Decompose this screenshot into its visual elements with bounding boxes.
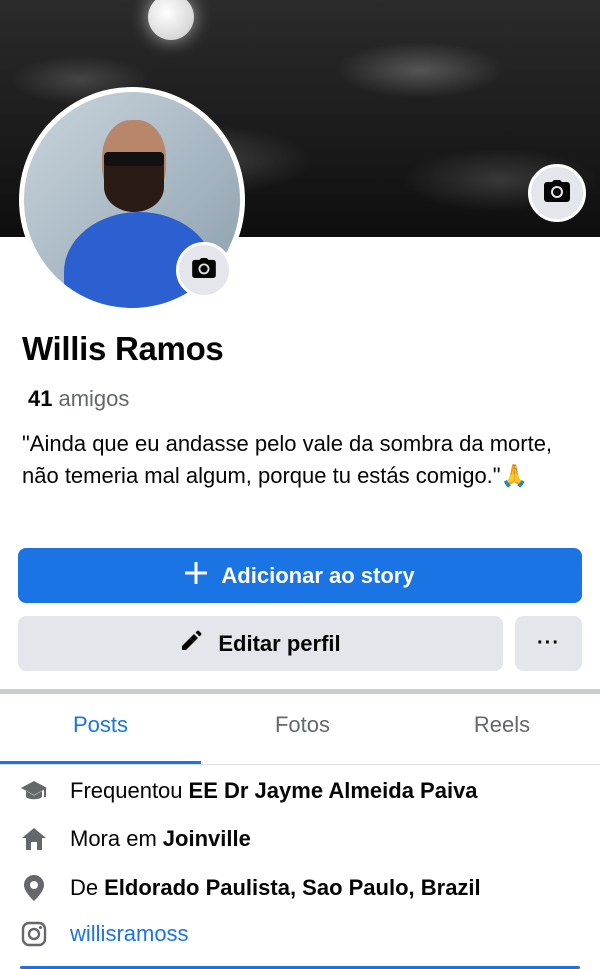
edit-cover-button[interactable] bbox=[528, 164, 586, 222]
tab-reels[interactable]: Reels bbox=[404, 712, 600, 738]
plus-icon bbox=[185, 561, 208, 590]
education-value: EE Dr Jayme Almeida Paiva bbox=[188, 778, 478, 803]
camera-icon bbox=[544, 179, 570, 207]
section-divider bbox=[0, 689, 600, 694]
tab-posts[interactable]: Posts bbox=[0, 712, 201, 738]
profile-bio: "Ainda que eu andasse pelo vale da sombr… bbox=[22, 431, 553, 488]
lives-value: Joinville bbox=[162, 826, 251, 851]
lives-prefix: Mora em bbox=[70, 826, 157, 851]
instagram-row[interactable]: willisramoss bbox=[20, 914, 189, 954]
lives-in-row[interactable]: Mora em Joinville bbox=[20, 819, 251, 859]
avatar-sunglasses bbox=[104, 152, 164, 166]
add-story-label: Adicionar ao story bbox=[221, 562, 415, 588]
instagram-link[interactable]: willisramoss bbox=[70, 921, 189, 947]
instagram-icon bbox=[20, 920, 48, 948]
from-value: Eldorado Paulista, Sao Paulo, Brazil bbox=[104, 875, 481, 900]
education-row[interactable]: Frequentou EE Dr Jayme Almeida Paiva bbox=[20, 771, 478, 811]
add-story-button[interactable]: Adicionar ao story bbox=[18, 548, 582, 603]
friends-number: 41 bbox=[28, 386, 53, 411]
profile-name: Willis Ramos bbox=[22, 330, 224, 367]
from-prefix: De bbox=[70, 875, 99, 900]
more-icon: ··· bbox=[537, 632, 560, 654]
friends-label: amigos bbox=[58, 386, 130, 411]
home-icon bbox=[20, 825, 48, 853]
avatar-beard bbox=[104, 162, 164, 212]
edit-avatar-button[interactable] bbox=[176, 242, 232, 298]
moon-image bbox=[148, 0, 194, 40]
hometown-row[interactable]: De Eldorado Paulista, Sao Paulo, Brazil bbox=[20, 868, 481, 908]
more-options-button[interactable]: ··· bbox=[515, 616, 582, 671]
location-pin-icon bbox=[20, 874, 48, 902]
edit-profile-label: Editar perfil bbox=[218, 630, 341, 656]
tab-divider bbox=[0, 764, 600, 765]
camera-icon bbox=[192, 257, 216, 283]
edit-profile-button[interactable]: Editar perfil bbox=[18, 616, 503, 671]
pencil-icon bbox=[180, 630, 202, 658]
education-prefix: Frequentou bbox=[70, 778, 183, 803]
graduation-cap-icon bbox=[20, 777, 48, 805]
tab-photos[interactable]: Fotos bbox=[201, 712, 404, 738]
friends-count[interactable]: 41 amigos bbox=[28, 386, 129, 412]
